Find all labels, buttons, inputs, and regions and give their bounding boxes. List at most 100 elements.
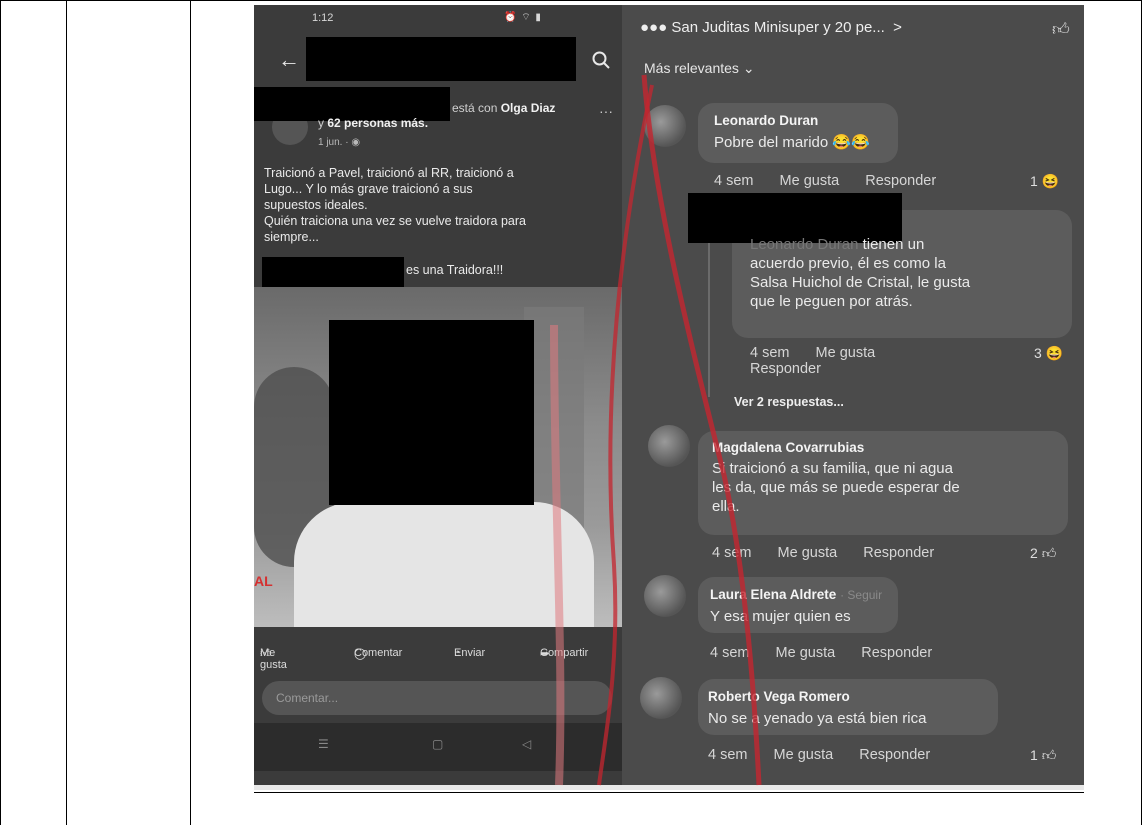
facebook-screenshot-evidence: 1:12 ⏰ ⌔ ▮ ← está con Olga Diaz y 62 per… — [254, 5, 1084, 790]
post-photo[interactable]: AL — [254, 287, 622, 627]
reaction-count-value: 1 — [1030, 747, 1038, 763]
more-options-icon[interactable]: ··· — [599, 103, 613, 119]
photo-caption-fragment: AL — [254, 573, 273, 589]
laughing-emoji-icon: 😂😂 — [832, 134, 870, 151]
comment-text-content: Pobre del marido — [714, 134, 829, 151]
comment-label: Comentar — [354, 647, 403, 659]
comment-time: 4 sem — [712, 545, 752, 561]
reaction-count-value: 1 — [1030, 173, 1038, 189]
view-replies-link[interactable]: Ver 2 respuestas... — [734, 395, 844, 409]
comment-line: que le peguen por atrás. — [750, 293, 913, 310]
recent-apps-icon[interactable]: ☰ — [318, 737, 329, 751]
share-label: Compartir — [540, 647, 589, 659]
sort-dropdown[interactable]: Más relevantes ⌄ — [644, 60, 755, 77]
comment-placeholder: Comentar... — [276, 691, 339, 705]
comment-like-button[interactable]: Me gusta — [778, 545, 838, 561]
laughing-emoji-icon: 😆 — [1041, 173, 1060, 189]
comments-panel: ●●● San Juditas Minisuper y 20 pe... > 👍… — [622, 5, 1084, 785]
nav-back-icon[interactable]: ◁ — [522, 737, 531, 751]
post-author-line: está con Olga Diaz y 62 personas más. — [318, 101, 618, 131]
comment-text: Pobre del marido 😂😂 — [714, 133, 870, 152]
comment-author[interactable]: Leonardo Duran — [714, 113, 818, 128]
comment-text: Y esa mujer quien es — [710, 608, 851, 625]
comment-author: Laura Elena Aldrete · Seguir — [710, 587, 882, 602]
comment-author-name[interactable]: Laura Elena Aldrete — [710, 587, 836, 602]
comment-line: acuerdo previo, él es como la — [750, 255, 946, 272]
post-line: Quién traiciona una vez se vuelve traido… — [264, 214, 526, 228]
comment-reply-button[interactable]: Responder — [865, 173, 936, 189]
photo-person-shirt — [294, 502, 594, 627]
follow-link[interactable]: · Seguir — [840, 588, 882, 602]
post-date-text: 1 jun. · — [318, 137, 352, 148]
partial-tagged-name[interactable]: Leonardo Duran — [750, 236, 858, 253]
comment-author[interactable]: Roberto Vega Romero — [708, 689, 850, 704]
table-column-divider-1 — [66, 0, 67, 825]
comment-time: 4 sem — [708, 747, 748, 763]
post-line: Traicionó a Pavel, traicionó al RR, trai… — [264, 166, 514, 180]
reactions-summary[interactable]: ●●● San Juditas Minisuper y 20 pe... > — [640, 19, 902, 36]
status-icons: ⏰ ⌔ ▮ — [504, 12, 542, 23]
table-column-divider-2 — [190, 0, 191, 825]
comment-reply-button[interactable]: Responder — [750, 361, 821, 377]
comment-like-button[interactable]: Me gusta — [774, 747, 834, 763]
reaction-emoji-icons: ●●● — [640, 19, 668, 36]
like-reaction-icon: 👍︎ — [1041, 747, 1057, 763]
reaction-count: 1 😆 — [1030, 173, 1059, 190]
comment-time: 4 sem — [750, 345, 790, 361]
comment-meta: 4 sem Me gusta Responder — [708, 747, 952, 763]
like-label: Me gusta — [260, 647, 287, 671]
search-icon[interactable] — [592, 51, 610, 69]
author-suffix: está con — [452, 101, 498, 115]
facebook-post-panel: 1:12 ⏰ ⌔ ▮ ← está con Olga Diaz y 62 per… — [254, 5, 622, 785]
tagged-name[interactable]: Olga Diaz — [501, 101, 556, 115]
comment-meta: 4 sem Me gusta Responder — [750, 345, 897, 377]
others-prefix: y — [318, 116, 324, 130]
comment-line: tienen un — [862, 236, 925, 253]
others-count[interactable]: 62 personas más. — [327, 116, 428, 130]
avatar[interactable] — [644, 105, 686, 147]
comment-author[interactable]: Magdalena Covarrubias — [712, 440, 864, 455]
post-line: supuestos ideales. — [264, 198, 368, 212]
comment-like-button[interactable]: Me gusta — [816, 345, 876, 361]
post-accusation-line: es una Traidora!!! — [406, 263, 504, 277]
status-time: 1:12 — [312, 12, 334, 24]
thumbs-up-icon[interactable]: 👍︎ — [1052, 19, 1070, 40]
reaction-count: 3 😆 — [1034, 345, 1063, 362]
globe-icon: ◉ — [351, 137, 361, 148]
comment-input[interactable]: Comentar... — [262, 681, 612, 715]
post-top-bar: ← — [254, 37, 622, 81]
home-icon[interactable]: ▢ — [432, 737, 443, 751]
comment-time: 4 sem — [714, 173, 754, 189]
laughing-emoji-icon: 😆 — [1045, 345, 1064, 361]
chevron-down-icon: ⌄ — [742, 60, 755, 76]
table-top-border — [0, 0, 1142, 1]
comment-text: Leonardo Duran tienen un acuerdo previo,… — [750, 235, 970, 311]
comment-reply-button[interactable]: Responder — [861, 645, 932, 661]
comment-reply-button[interactable]: Responder — [863, 545, 934, 561]
comment-time: 4 sem — [710, 645, 750, 661]
redacted-subject-name — [262, 257, 404, 287]
phone-status-bar: 1:12 ⏰ ⌔ ▮ — [254, 5, 622, 31]
avatar[interactable] — [644, 575, 686, 617]
comment-text: Si traicionó a su familia, que ni agua l… — [712, 459, 960, 516]
post-line: siempre... — [264, 230, 319, 244]
post-date: 1 jun. · ◉ — [318, 137, 360, 148]
back-arrow-icon[interactable]: ← — [278, 47, 300, 73]
comment-reply-button[interactable]: Responder — [859, 747, 930, 763]
reaction-count: 1 👍︎ — [1030, 747, 1056, 764]
redacted-page-name — [306, 37, 576, 81]
reaction-count: 2 👍︎ — [1030, 545, 1056, 562]
comment-line: les da, que más se puede esperar de — [712, 479, 960, 496]
comment-text: No se a yenado ya está bien rica — [708, 710, 927, 727]
comment-line: Si traicionó a su familia, que ni agua — [712, 460, 953, 477]
comment-like-button[interactable]: Me gusta — [776, 645, 836, 661]
reaction-count-value: 3 — [1034, 345, 1042, 361]
avatar[interactable] — [640, 677, 682, 719]
comment-like-button[interactable]: Me gusta — [780, 173, 840, 189]
table-left-border — [0, 0, 1, 825]
avatar[interactable] — [648, 425, 690, 467]
reactions-text: San Juditas Minisuper y 20 pe... — [671, 19, 885, 36]
comment-meta: 4 sem Me gusta Responder — [712, 545, 956, 561]
post-actions-bar: 👍︎ Me gusta ◯ Comentar ◔ Enviar ➦ Compar… — [254, 635, 622, 671]
comment-meta: 4 sem Me gusta Responder — [714, 173, 958, 189]
